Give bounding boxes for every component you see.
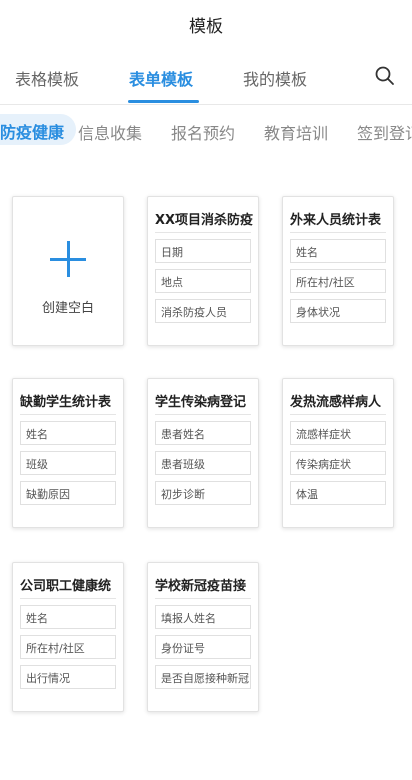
template-title: XX项目消杀防疫 (155, 213, 254, 228)
template-tabs: 表格模板 表单模板 我的模板 (0, 52, 412, 104)
template-field: 姓名 (20, 605, 116, 629)
tab-table-templates[interactable]: 表格模板 (15, 66, 79, 90)
template-field: 身体状况 (290, 299, 386, 323)
category-health[interactable]: 防疫健康 (0, 114, 77, 145)
template-card[interactable]: 学生传染病登记 患者姓名 患者班级 初步诊断 (147, 378, 259, 528)
template-card[interactable]: 外来人员统计表 姓名 所在村/社区 身体状况 (282, 196, 394, 346)
title-divider (290, 414, 386, 415)
template-field: 传染病症状 (290, 451, 386, 475)
app-header: 模板 (0, 0, 412, 48)
title-divider (20, 414, 116, 415)
template-field: 地点 (155, 269, 251, 293)
category-info-collection[interactable]: 信息收集 (78, 120, 142, 144)
tab-form-templates[interactable]: 表单模板 (129, 66, 193, 90)
template-title: 外来人员统计表 (290, 213, 382, 228)
template-field: 体温 (290, 481, 386, 505)
tabs-divider (0, 104, 412, 105)
title-divider (155, 598, 251, 599)
template-card[interactable]: 发热流感样病人 流感样症状 传染病症状 体温 (282, 378, 394, 528)
template-card[interactable]: XX项目消杀防疫 日期 地点 消杀防疫人员 (147, 196, 259, 346)
template-field: 患者班级 (155, 451, 251, 475)
template-field: 所在村/社区 (290, 269, 386, 293)
title-divider (155, 232, 251, 233)
template-field: 日期 (155, 239, 251, 263)
page-title: 模板 (189, 16, 223, 37)
title-divider (155, 414, 251, 415)
title-divider (20, 598, 116, 599)
template-title: 学生传染病登记 (155, 395, 247, 410)
template-card[interactable]: 公司职工健康统 姓名 所在村/社区 出行情况 (12, 562, 124, 712)
title-divider (290, 232, 386, 233)
tab-my-templates[interactable]: 我的模板 (243, 66, 307, 90)
template-card[interactable]: 学校新冠疫苗接 填报人姓名 身份证号 是否自愿接种新冠 (147, 562, 259, 712)
template-field: 填报人姓名 (155, 605, 251, 629)
template-card[interactable]: 缺勤学生统计表 姓名 班级 缺勤原因 (12, 378, 124, 528)
template-field: 流感样症状 (290, 421, 386, 445)
template-field: 班级 (20, 451, 116, 475)
template-field: 缺勤原因 (20, 481, 116, 505)
active-tab-indicator (128, 100, 199, 103)
category-education[interactable]: 教育培训 (264, 120, 328, 144)
search-icon[interactable] (374, 65, 396, 87)
create-blank-label: 创建空白 (41, 301, 94, 316)
template-title: 发热流感样病人 (290, 395, 382, 410)
template-field: 姓名 (290, 239, 386, 263)
template-field: 是否自愿接种新冠 (155, 665, 251, 689)
plus-icon (50, 241, 86, 277)
category-bar: 防疫健康 信息收集 报名预约 教育培训 签到登记 (0, 112, 412, 156)
create-blank-card[interactable]: 创建空白 (12, 196, 124, 346)
category-check-in[interactable]: 签到登记 (357, 120, 412, 144)
template-title: 缺勤学生统计表 (20, 395, 112, 410)
template-field: 所在村/社区 (20, 635, 116, 659)
template-field: 姓名 (20, 421, 116, 445)
template-title: 学校新冠疫苗接 (155, 579, 247, 594)
template-title: 公司职工健康统 (20, 579, 112, 594)
template-field: 消杀防疫人员 (155, 299, 251, 323)
template-field: 身份证号 (155, 635, 251, 659)
template-field: 初步诊断 (155, 481, 251, 505)
template-field: 出行情况 (20, 665, 116, 689)
category-registration[interactable]: 报名预约 (171, 120, 235, 144)
template-field: 患者姓名 (155, 421, 251, 445)
